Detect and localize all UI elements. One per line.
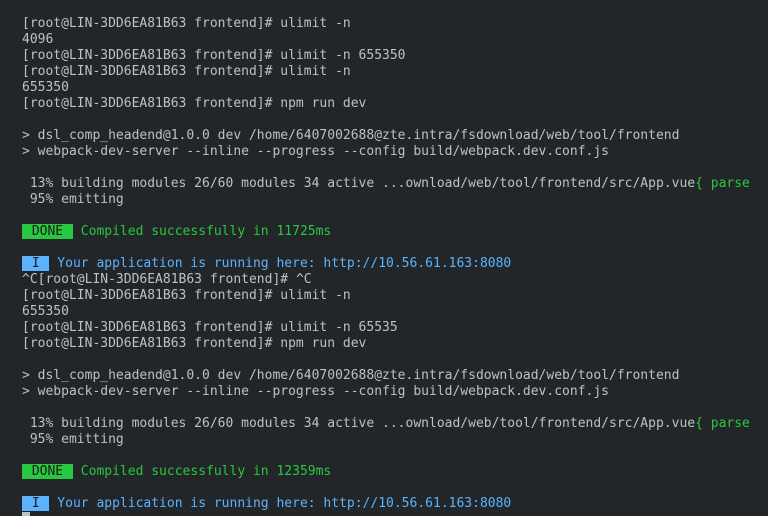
- prompt: [root@LIN-3DD6EA81B63 frontend]#: [22, 48, 272, 63]
- app-url-message: Your application is running here: http:/…: [49, 496, 511, 511]
- progress-building: 13% building modules 26/60 modules 34 ac…: [22, 176, 695, 191]
- prompt: [root@LIN-3DD6EA81B63 frontend]#: [22, 288, 272, 303]
- progress-emitting: 95% emitting: [22, 432, 124, 447]
- prompt: [root@LIN-3DD6EA81B63 frontend]#: [22, 96, 272, 111]
- terminal-output: [root@LIN-3DD6EA81B63 frontend]# ulimit …: [0, 0, 768, 516]
- parse-fragment: { parse: [695, 416, 750, 431]
- done-message: Compiled successfully in 11725ms: [73, 224, 331, 239]
- prompt: [root@LIN-3DD6EA81B63 frontend]#: [22, 336, 272, 351]
- value-655350: 655350: [22, 304, 69, 319]
- npm-script-line: > webpack-dev-server --inline --progress…: [22, 144, 609, 159]
- done-message: Compiled successfully in 12359ms: [73, 464, 331, 479]
- npm-script-line: > dsl_comp_headend@1.0.0 dev /home/64070…: [22, 368, 679, 383]
- cmd-ctrlc: ^C: [296, 272, 312, 287]
- cmd-ulimit-set2: ulimit -n 65535: [280, 320, 397, 335]
- prompt: [root@LIN-3DD6EA81B63 frontend]#: [22, 64, 272, 79]
- prompt-ctrlc: ^C[root@LIN-3DD6EA81B63 frontend]#: [22, 272, 288, 287]
- progress-building: 13% building modules 26/60 modules 34 ac…: [22, 416, 695, 431]
- info-badge: I: [22, 496, 49, 511]
- done-badge: DONE: [22, 224, 73, 239]
- progress-emitting: 95% emitting: [22, 192, 124, 207]
- info-badge: I: [22, 256, 49, 271]
- terminal-cursor[interactable]: [22, 512, 30, 516]
- value-4096: 4096: [22, 32, 53, 47]
- prompt: [root@LIN-3DD6EA81B63 frontend]#: [22, 320, 272, 335]
- value-655350: 655350: [22, 80, 69, 95]
- cmd-ulimit-n: ulimit -n: [280, 288, 350, 303]
- cmd-ulimit-set1: ulimit -n 655350: [280, 48, 405, 63]
- npm-script-line: > dsl_comp_headend@1.0.0 dev /home/64070…: [22, 128, 679, 143]
- parse-fragment: { parse: [695, 176, 750, 191]
- npm-script-line: > webpack-dev-server --inline --progress…: [22, 384, 609, 399]
- app-url-message: Your application is running here: http:/…: [49, 256, 511, 271]
- done-badge: DONE: [22, 464, 73, 479]
- cmd-ulimit-n: ulimit -n: [280, 16, 350, 31]
- prompt: [root@LIN-3DD6EA81B63 frontend]#: [22, 16, 272, 31]
- cmd-ulimit-n: ulimit -n: [280, 64, 350, 79]
- cmd-npm: npm run dev: [280, 336, 366, 351]
- cmd-npm: npm run dev: [280, 96, 366, 111]
